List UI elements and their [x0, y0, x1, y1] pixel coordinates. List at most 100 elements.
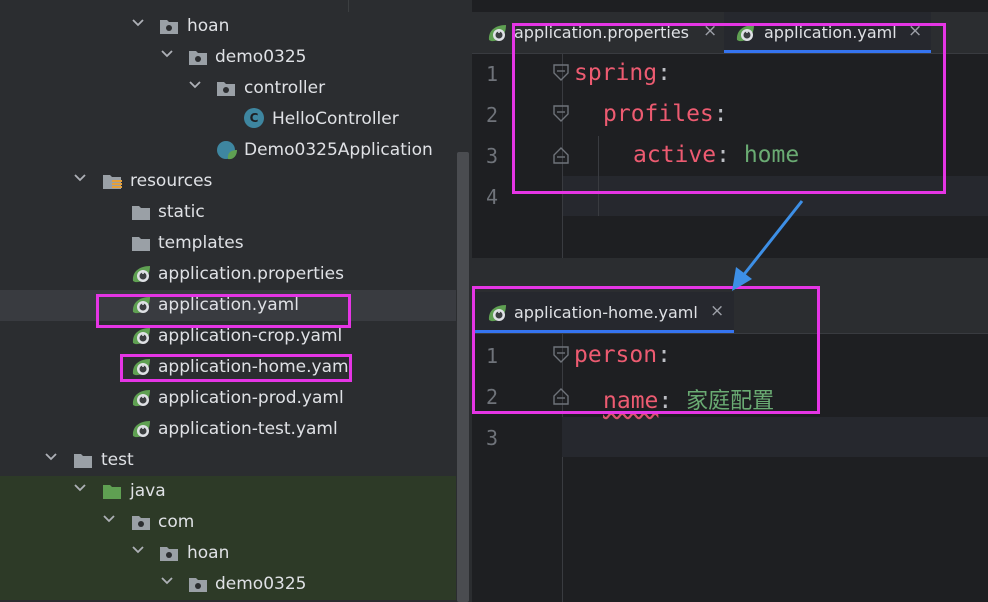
tab-label: application.yaml [764, 23, 897, 42]
yaml-colon: : [657, 60, 671, 86]
tree-item-controller[interactable]: controller [0, 73, 456, 104]
tree-item-hoan[interactable]: hoan [0, 11, 456, 42]
editor-bottom-pane: application-home.yaml × 1 2 3 person: na… [472, 292, 988, 602]
spring-config-icon [130, 418, 152, 440]
line-number: 1 [485, 62, 499, 86]
tree-item-label: controller [244, 78, 326, 98]
fold-open-icon[interactable] [552, 104, 570, 126]
line-number: 4 [485, 185, 499, 209]
package-icon [158, 542, 180, 564]
tree-item-application-crop-yaml[interactable]: application-crop.yaml [0, 321, 456, 352]
yaml-value: 家庭配置 [686, 389, 775, 414]
editor-top-tabbar: application.properties × application.yam… [472, 12, 988, 54]
tab-application-home-yaml[interactable]: application-home.yaml × [472, 292, 734, 333]
tree-item-label: application-prod.yaml [158, 388, 344, 408]
fold-close-icon[interactable] [552, 384, 570, 406]
tree-item-application-yaml[interactable]: application.yaml [0, 290, 456, 321]
class-icon: C [244, 108, 264, 128]
project-tree: hoan demo0325 controller C HelloControll… [0, 0, 470, 602]
indent-guide [598, 136, 599, 216]
folder-icon [130, 232, 152, 254]
tree-item-java[interactable]: java [0, 476, 456, 507]
tree-item-label: templates [158, 233, 244, 253]
close-icon[interactable]: × [908, 21, 922, 41]
tab-label: application.properties [514, 23, 689, 42]
tree-item-label: demo0325 [215, 47, 307, 67]
line-number: 2 [485, 103, 499, 127]
chevron-down-icon[interactable] [159, 573, 175, 589]
tree-item-label: hoan [187, 16, 230, 36]
close-icon[interactable]: × [703, 21, 717, 41]
tree-item-label: application-home.yaml [158, 357, 354, 377]
chevron-down-icon[interactable] [187, 77, 203, 93]
spring-config-icon [130, 356, 152, 378]
test-source-folder-icon [101, 480, 123, 502]
line-number: 3 [485, 426, 499, 450]
package-icon [215, 77, 237, 99]
yaml-key: profiles [603, 101, 714, 127]
tree-item-hellocontroller[interactable]: C HelloController [0, 104, 456, 135]
yaml-value: home [743, 142, 800, 168]
chevron-down-icon[interactable] [72, 480, 88, 496]
tree-item-label: static [158, 202, 205, 222]
folder-icon [130, 201, 152, 223]
yaml-colon: : [658, 388, 673, 414]
tree-item-label: hoan [187, 543, 230, 563]
yaml-colon: : [713, 101, 728, 127]
chevron-down-icon[interactable] [72, 170, 88, 186]
tree-item-label: test [101, 450, 134, 470]
tree-item-application-properties[interactable]: application.properties [0, 259, 456, 290]
yaml-key: name [603, 388, 659, 414]
fold-open-icon[interactable] [552, 63, 570, 85]
tree-item-static[interactable]: static [0, 197, 456, 228]
code-line-2[interactable]: profiles: [603, 101, 728, 127]
gutter-separator [562, 334, 563, 602]
fold-close-icon[interactable] [552, 143, 570, 165]
tab-application-properties[interactable]: application.properties × [472, 12, 724, 51]
tree-item-com[interactable]: com [0, 507, 456, 538]
tab-application-yaml[interactable]: application.yaml × [724, 12, 931, 53]
chevron-down-icon[interactable] [101, 511, 117, 527]
code-line-1[interactable]: spring: [574, 60, 671, 86]
spring-config-icon [130, 263, 152, 285]
spring-class-icon [216, 139, 238, 161]
tree-item-test[interactable]: test [0, 445, 456, 476]
tree-item-demo0325[interactable]: demo0325 [0, 42, 456, 73]
code-line-1[interactable]: person: [574, 342, 671, 368]
tree-item-label: Demo0325Application [244, 140, 433, 160]
tree-item-label: java [130, 481, 166, 501]
editor-bottom-tabbar: application-home.yaml × [472, 292, 988, 334]
chevron-down-icon[interactable] [130, 542, 146, 558]
spring-config-icon [734, 22, 756, 44]
package-icon [158, 15, 180, 37]
tree-scrollbar-thumb[interactable] [457, 152, 469, 602]
spring-config-icon [486, 22, 508, 44]
tree-item-demo0325-test[interactable]: demo0325 [0, 569, 456, 600]
fold-open-icon[interactable] [552, 345, 570, 367]
tree-item-application-home-yaml[interactable]: application-home.yaml [0, 352, 456, 383]
spring-config-icon [130, 387, 152, 409]
tree-item-hoan-test[interactable]: hoan [0, 538, 456, 569]
tree-item-application-test-yaml[interactable]: application-test.yaml [0, 414, 456, 445]
chevron-down-icon[interactable] [43, 449, 59, 465]
tree-item-label: demo0325 [215, 574, 307, 594]
line-number: 1 [485, 344, 499, 368]
tree-item-label: application.properties [158, 264, 344, 284]
tree-item-label: application-test.yaml [158, 419, 338, 439]
tree-item-label: HelloController [272, 109, 399, 129]
tree-item-templates[interactable]: templates [0, 228, 456, 259]
chevron-down-icon[interactable] [159, 46, 175, 62]
yaml-colon: : [657, 342, 671, 368]
code-line-2[interactable]: name: 家庭配置 [603, 383, 774, 415]
close-icon[interactable]: × [710, 301, 724, 321]
line-number: 2 [485, 385, 499, 409]
tree-item-resources[interactable]: resources [0, 166, 456, 197]
resources-folder-icon [101, 170, 123, 192]
code-line-3[interactable]: active: home [633, 142, 799, 168]
tree-item-demo0325application[interactable]: Demo0325Application [0, 135, 456, 166]
spring-config-icon [130, 325, 152, 347]
yaml-key: active [633, 142, 717, 168]
tree-item-application-prod-yaml[interactable]: application-prod.yaml [0, 383, 456, 414]
folder-icon [72, 449, 94, 471]
chevron-down-icon[interactable] [130, 15, 146, 31]
